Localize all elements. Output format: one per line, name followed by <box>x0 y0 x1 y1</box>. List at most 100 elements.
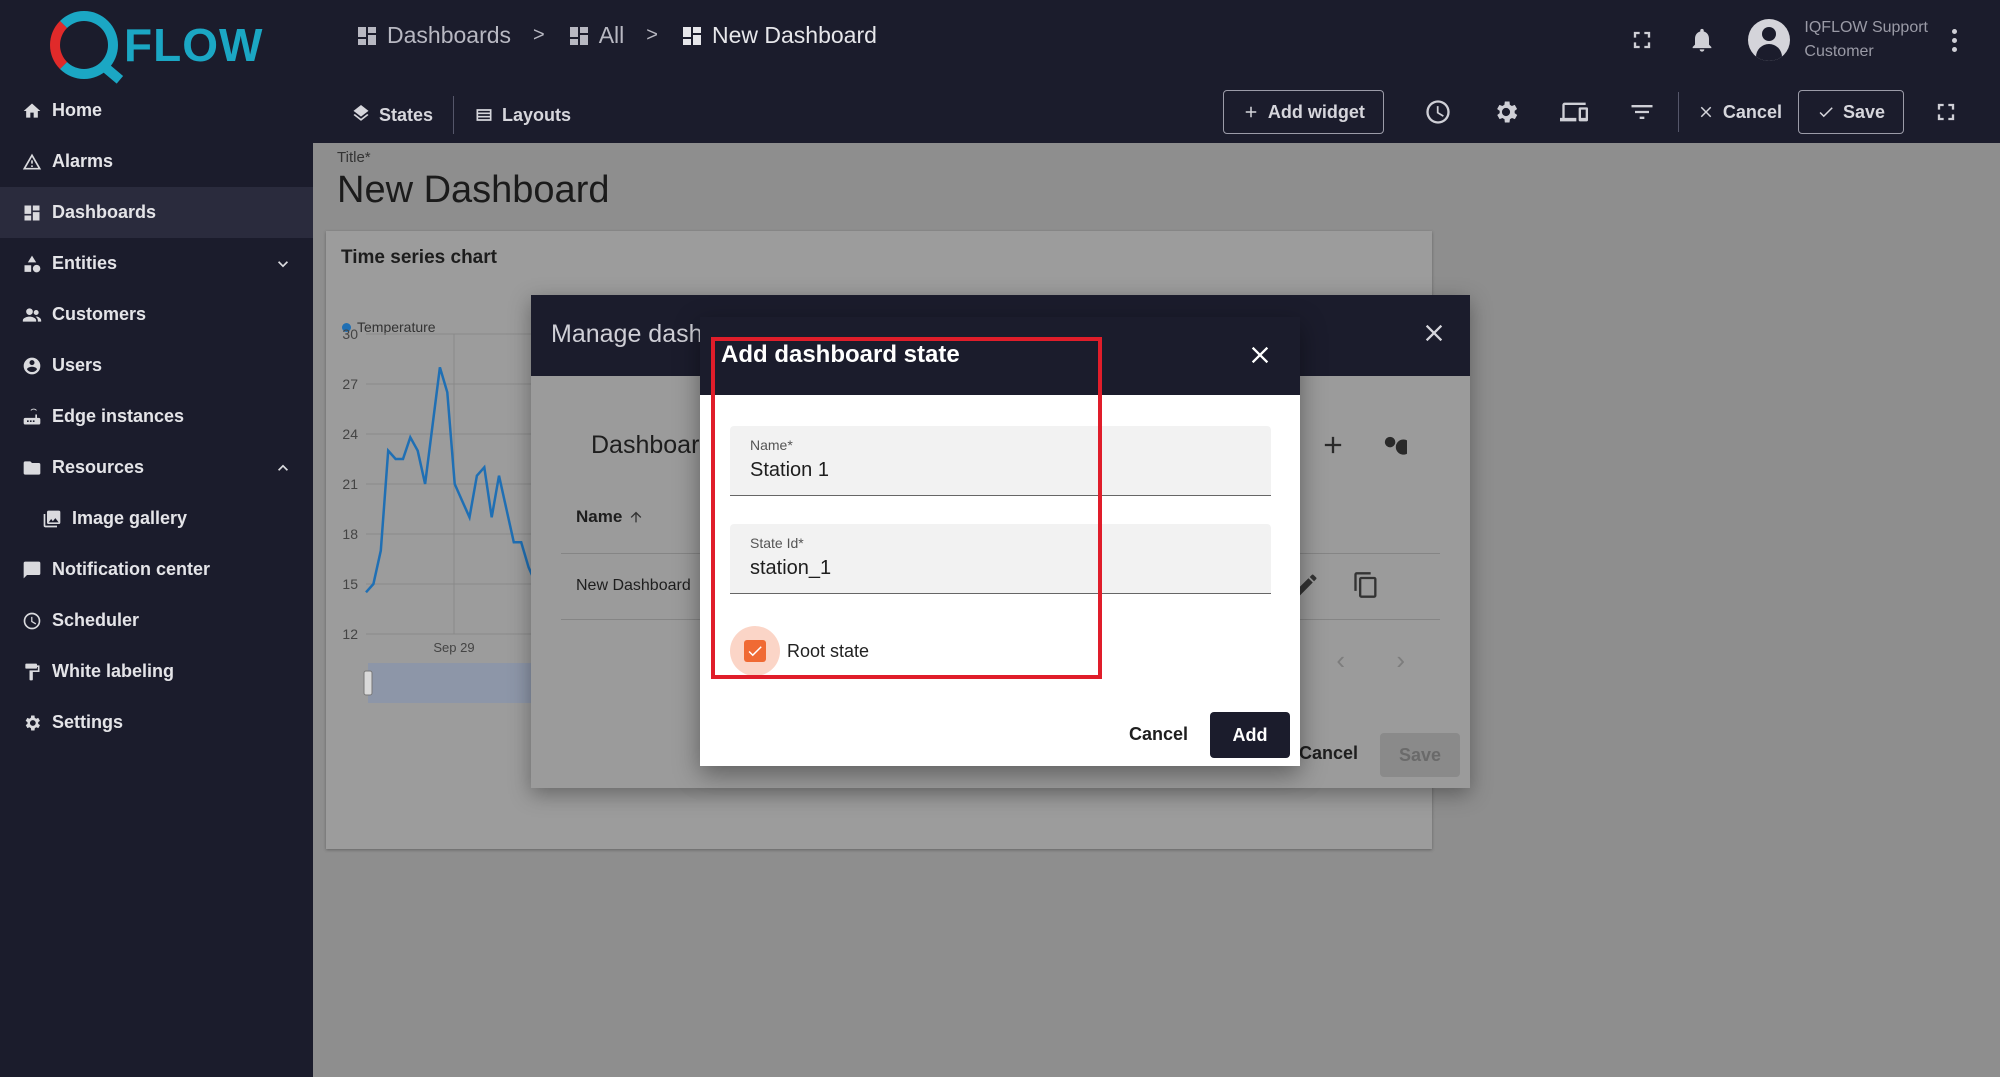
iqflow-logo[interactable]: FLOW <box>50 8 263 82</box>
breadcrumb-all[interactable]: All <box>567 22 625 49</box>
sidebar-item-alarms[interactable]: Alarms <box>0 136 313 187</box>
state-id-field-label: State Id* <box>750 535 804 551</box>
root-state-checkbox-row[interactable]: Root state <box>730 626 869 676</box>
page-title[interactable]: New Dashboard <box>337 169 609 212</box>
breadcrumb-dashboards[interactable]: Dashboards <box>355 22 511 49</box>
add-widget-button[interactable]: Add widget <box>1222 90 1384 134</box>
sidebar-item-label: Customers <box>52 304 147 324</box>
logo-q-mark <box>50 11 118 79</box>
manage-dialog-title: Manage dash <box>551 320 703 348</box>
bell-icon[interactable] <box>1688 26 1716 54</box>
warning-icon <box>22 152 42 172</box>
sidebar-item-label: Alarms <box>52 151 114 171</box>
sidebar: FLOW Home Alarms Dashboards Entities Cus… <box>0 0 313 1077</box>
name-field[interactable]: Name* <box>730 426 1271 496</box>
root-state-checkbox[interactable] <box>744 640 766 662</box>
cancel-edit-label: Cancel <box>1722 101 1782 122</box>
sidebar-item-resources[interactable]: Resources <box>0 442 313 493</box>
layouts-button[interactable]: Layouts <box>474 105 571 126</box>
column-header-name[interactable]: Name <box>576 507 644 527</box>
sidebar-item-scheduler[interactable]: Scheduler <box>0 595 313 646</box>
add-state-header: Add dashboard state <box>700 317 1300 395</box>
breadcrumb-separator: > <box>646 24 658 46</box>
sidebar-item-notification-center[interactable]: Notification center <box>0 544 313 595</box>
top-right-actions: IQFLOW Support Customer <box>1596 16 1960 64</box>
clock-icon <box>22 611 42 631</box>
fullscreen-icon[interactable] <box>1932 98 1960 126</box>
plus-icon <box>1245 106 1257 118</box>
breadcrumb-current: New Dashboard <box>680 22 877 49</box>
copy-icon[interactable] <box>1352 571 1380 599</box>
sidebar-item-settings[interactable]: Settings <box>0 697 313 748</box>
fullscreen-icon[interactable] <box>1628 26 1656 54</box>
chevron-right-icon[interactable]: › <box>1396 645 1405 676</box>
breadcrumb-label: New Dashboard <box>711 22 877 48</box>
states-button[interactable]: States <box>351 105 433 126</box>
sidebar-item-label: Notification center <box>52 559 211 579</box>
folder-icon <box>22 458 42 478</box>
dashboard-icon <box>358 26 376 45</box>
devices-icon[interactable] <box>1559 98 1588 126</box>
name-input[interactable] <box>750 459 1250 482</box>
user-role: Customer <box>1804 43 1874 60</box>
top-bar: Dashboards > All > New Dashboard IQFLOW … <box>313 0 2000 143</box>
table-row[interactable]: New Dashboard <box>576 577 691 595</box>
sidebar-item-label: Scheduler <box>52 610 140 630</box>
timewindow-clock-icon[interactable] <box>1424 98 1452 126</box>
manage-save-button[interactable]: Save <box>1380 733 1460 777</box>
layouts-label: Layouts <box>502 104 572 125</box>
chevron-down-icon[interactable] <box>273 254 293 274</box>
manage-cancel-button[interactable]: Cancel <box>1299 743 1358 764</box>
sidebar-item-label: Edge instances <box>52 406 185 426</box>
entities-icon <box>22 254 42 274</box>
search-icon[interactable] <box>1379 431 1411 459</box>
save-dashboard-button[interactable]: Save <box>1797 90 1904 134</box>
y-tick-label: 27 <box>342 376 358 392</box>
sidebar-item-label: Home <box>52 100 103 120</box>
navigator-handle-left[interactable] <box>363 670 373 696</box>
sidebar-item-dashboards[interactable]: Dashboards <box>0 187 313 238</box>
sidebar-item-entities[interactable]: Entities <box>0 238 313 289</box>
chevron-up-icon[interactable] <box>273 458 293 478</box>
cancel-button[interactable]: Cancel <box>1129 724 1188 745</box>
sidebar-item-label: Entities <box>52 253 118 273</box>
breadcrumb: Dashboards > All > New Dashboard <box>355 22 877 49</box>
breadcrumb-separator: > <box>533 24 545 46</box>
user-info: IQFLOW Support Customer <box>1804 16 1928 64</box>
state-id-input[interactable] <box>750 557 1250 580</box>
sidebar-item-users[interactable]: Users <box>0 340 313 391</box>
sidebar-item-edge-instances[interactable]: Edge instances <box>0 391 313 442</box>
x-tick-label: Sep 29 <box>433 640 474 655</box>
close-icon[interactable] <box>1246 341 1274 369</box>
dashboard-toolbar-right: Add widget Cancel Save <box>1222 90 1960 134</box>
add-button[interactable]: Add <box>1210 712 1290 758</box>
sidebar-item-home[interactable]: Home <box>0 85 313 136</box>
close-icon[interactable] <box>1420 319 1448 347</box>
sidebar-item-image-gallery[interactable]: Image gallery <box>0 493 313 544</box>
gallery-icon <box>42 509 62 529</box>
check-icon <box>1819 107 1833 118</box>
title-field-label: Title* <box>337 149 371 166</box>
y-tick-label: 21 <box>342 476 358 492</box>
dashboard-icon <box>682 26 701 45</box>
cancel-edit-button[interactable]: Cancel <box>1677 92 1782 132</box>
state-id-field[interactable]: State Id* <box>730 524 1271 594</box>
paint-roller-icon <box>22 662 42 682</box>
sidebar-item-white-labeling[interactable]: White labeling <box>0 646 313 697</box>
states-label: States <box>379 104 434 125</box>
user-menu[interactable]: IQFLOW Support Customer <box>1748 16 1960 64</box>
checkbox-focus-halo <box>730 626 780 676</box>
breadcrumb-label: Dashboards <box>387 22 512 48</box>
dashboard-icon <box>22 203 42 223</box>
column-header-label: Name <box>576 507 623 526</box>
manage-dialog-subtitle: Dashboar <box>591 431 700 459</box>
breadcrumb-label: All <box>598 22 625 48</box>
settings-gear-icon[interactable] <box>1492 98 1520 126</box>
chevron-left-icon[interactable]: ‹ <box>1336 645 1345 676</box>
add-state-icon[interactable] <box>1319 431 1347 459</box>
more-vert-icon[interactable] <box>1952 28 1960 52</box>
toolbar-divider <box>453 96 455 134</box>
filter-icon[interactable] <box>1628 98 1656 126</box>
avatar <box>1748 19 1791 61</box>
sidebar-item-customers[interactable]: Customers <box>0 289 313 340</box>
